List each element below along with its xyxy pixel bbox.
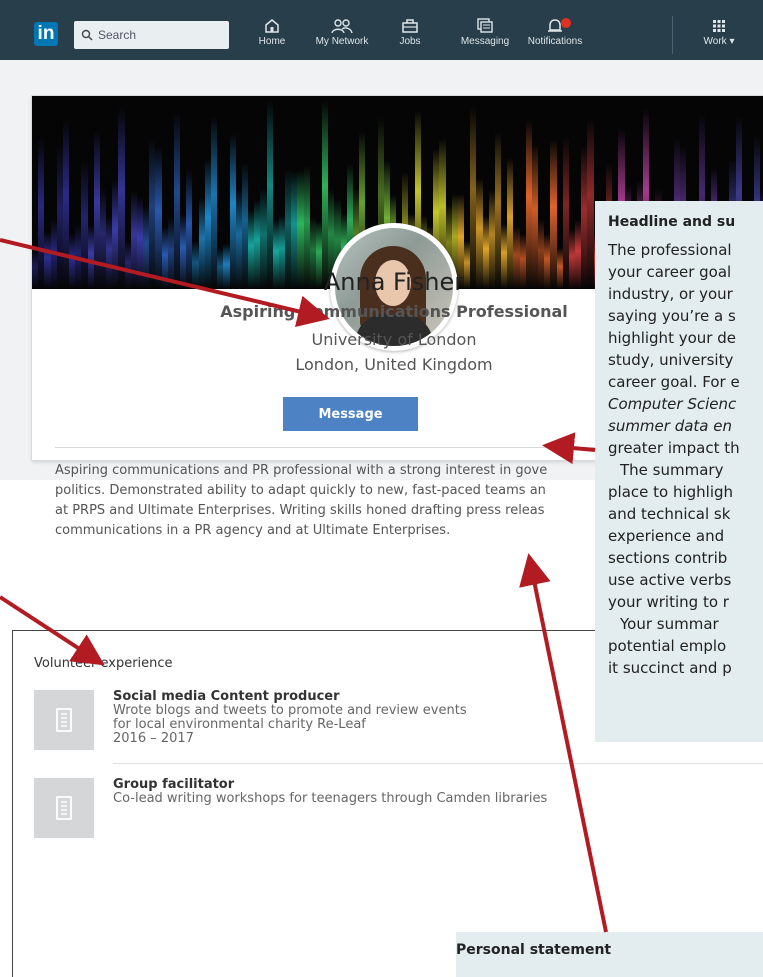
volunteer-description: Co-lead writing workshops for teenagers … bbox=[113, 791, 548, 806]
building-icon bbox=[56, 796, 72, 820]
nav-work[interactable]: Work ▾ bbox=[684, 18, 754, 47]
volunteer-title: Volunteer experience bbox=[34, 656, 173, 671]
nav-messaging-label: Messaging bbox=[460, 36, 510, 47]
note-line: use active verbs bbox=[608, 571, 732, 589]
nav-work-label: Work ▾ bbox=[703, 36, 735, 47]
message-button[interactable]: Message bbox=[283, 397, 418, 431]
note-line: The summary bbox=[620, 461, 724, 479]
note-line: The professional bbox=[608, 241, 732, 259]
note-title: Personal statement bbox=[456, 942, 612, 958]
nav-notifications[interactable]: Notifications bbox=[520, 18, 590, 47]
note-line: potential emplo bbox=[608, 637, 727, 655]
search-icon bbox=[81, 29, 93, 41]
note-line: Your summar bbox=[620, 615, 719, 633]
note-line: and technical sk bbox=[608, 505, 731, 523]
volunteer-dates: 2016 – 2017 bbox=[113, 731, 194, 746]
nav-notifications-label: Notifications bbox=[527, 36, 583, 47]
note-line: highlight your de bbox=[608, 329, 736, 347]
network-icon bbox=[331, 19, 353, 34]
banner-bar bbox=[38, 138, 45, 289]
organization-logo bbox=[34, 778, 94, 838]
volunteer-item-text: Social media Content producer Wrote blog… bbox=[113, 690, 467, 746]
notification-badge bbox=[561, 18, 571, 28]
home-icon bbox=[265, 19, 279, 33]
building-icon bbox=[56, 708, 72, 732]
note-line: study, university bbox=[608, 351, 734, 369]
volunteer-role: Social media Content producer bbox=[113, 689, 340, 704]
top-nav-bar: in Home My Network Jobs Messaging Notifi… bbox=[0, 0, 763, 60]
volunteer-item-text: Group facilitator Co-lead writing worksh… bbox=[113, 778, 547, 806]
note-line: it succinct and p bbox=[608, 659, 732, 677]
headline-summary-note: Headline and su The professional your car… bbox=[595, 201, 763, 742]
note-title: Headline and su bbox=[608, 214, 736, 230]
nav-divider bbox=[672, 16, 673, 54]
volunteer-role: Group facilitator bbox=[113, 777, 235, 792]
nav-my-network[interactable]: My Network bbox=[307, 18, 377, 47]
nav-jobs[interactable]: Jobs bbox=[375, 18, 445, 47]
nav-jobs-label: Jobs bbox=[399, 36, 421, 47]
nav-my-network-label: My Network bbox=[315, 36, 369, 47]
note-line: your writing to r bbox=[608, 593, 729, 611]
note-line: greater impact th bbox=[608, 439, 740, 457]
note-line: your career goal bbox=[608, 263, 732, 281]
organization-logo bbox=[34, 690, 94, 750]
note-line: industry, or your bbox=[608, 285, 733, 303]
note-line: career goal. For e bbox=[608, 373, 740, 391]
briefcase-icon bbox=[402, 19, 418, 33]
note-line: summer data en bbox=[608, 417, 732, 435]
note-body: The professional your career goal industry… bbox=[608, 239, 740, 679]
note-line: place to highligh bbox=[608, 483, 734, 501]
volunteer-description: for local environmental charity Re-Leaf bbox=[113, 717, 366, 732]
screenshot-page: in Home My Network Jobs Messaging Notifi… bbox=[0, 0, 763, 977]
note-line: Computer Scienc bbox=[608, 395, 737, 413]
note-line: sections contrib bbox=[608, 549, 728, 567]
note-line: experience and bbox=[608, 527, 725, 545]
nav-messaging[interactable]: Messaging bbox=[450, 18, 520, 47]
linkedin-logo[interactable]: in bbox=[34, 22, 58, 46]
nav-home[interactable]: Home bbox=[237, 18, 307, 47]
grid-icon bbox=[713, 20, 725, 32]
messaging-icon bbox=[477, 18, 493, 33]
nav-home-label: Home bbox=[258, 36, 286, 47]
note-line: saying you’re a s bbox=[608, 307, 736, 325]
search-input[interactable] bbox=[74, 21, 229, 49]
volunteer-separator bbox=[113, 763, 763, 764]
personal-statement-note: Personal statement bbox=[456, 932, 763, 977]
volunteer-description: Wrote blogs and tweets to promote and re… bbox=[113, 703, 467, 718]
